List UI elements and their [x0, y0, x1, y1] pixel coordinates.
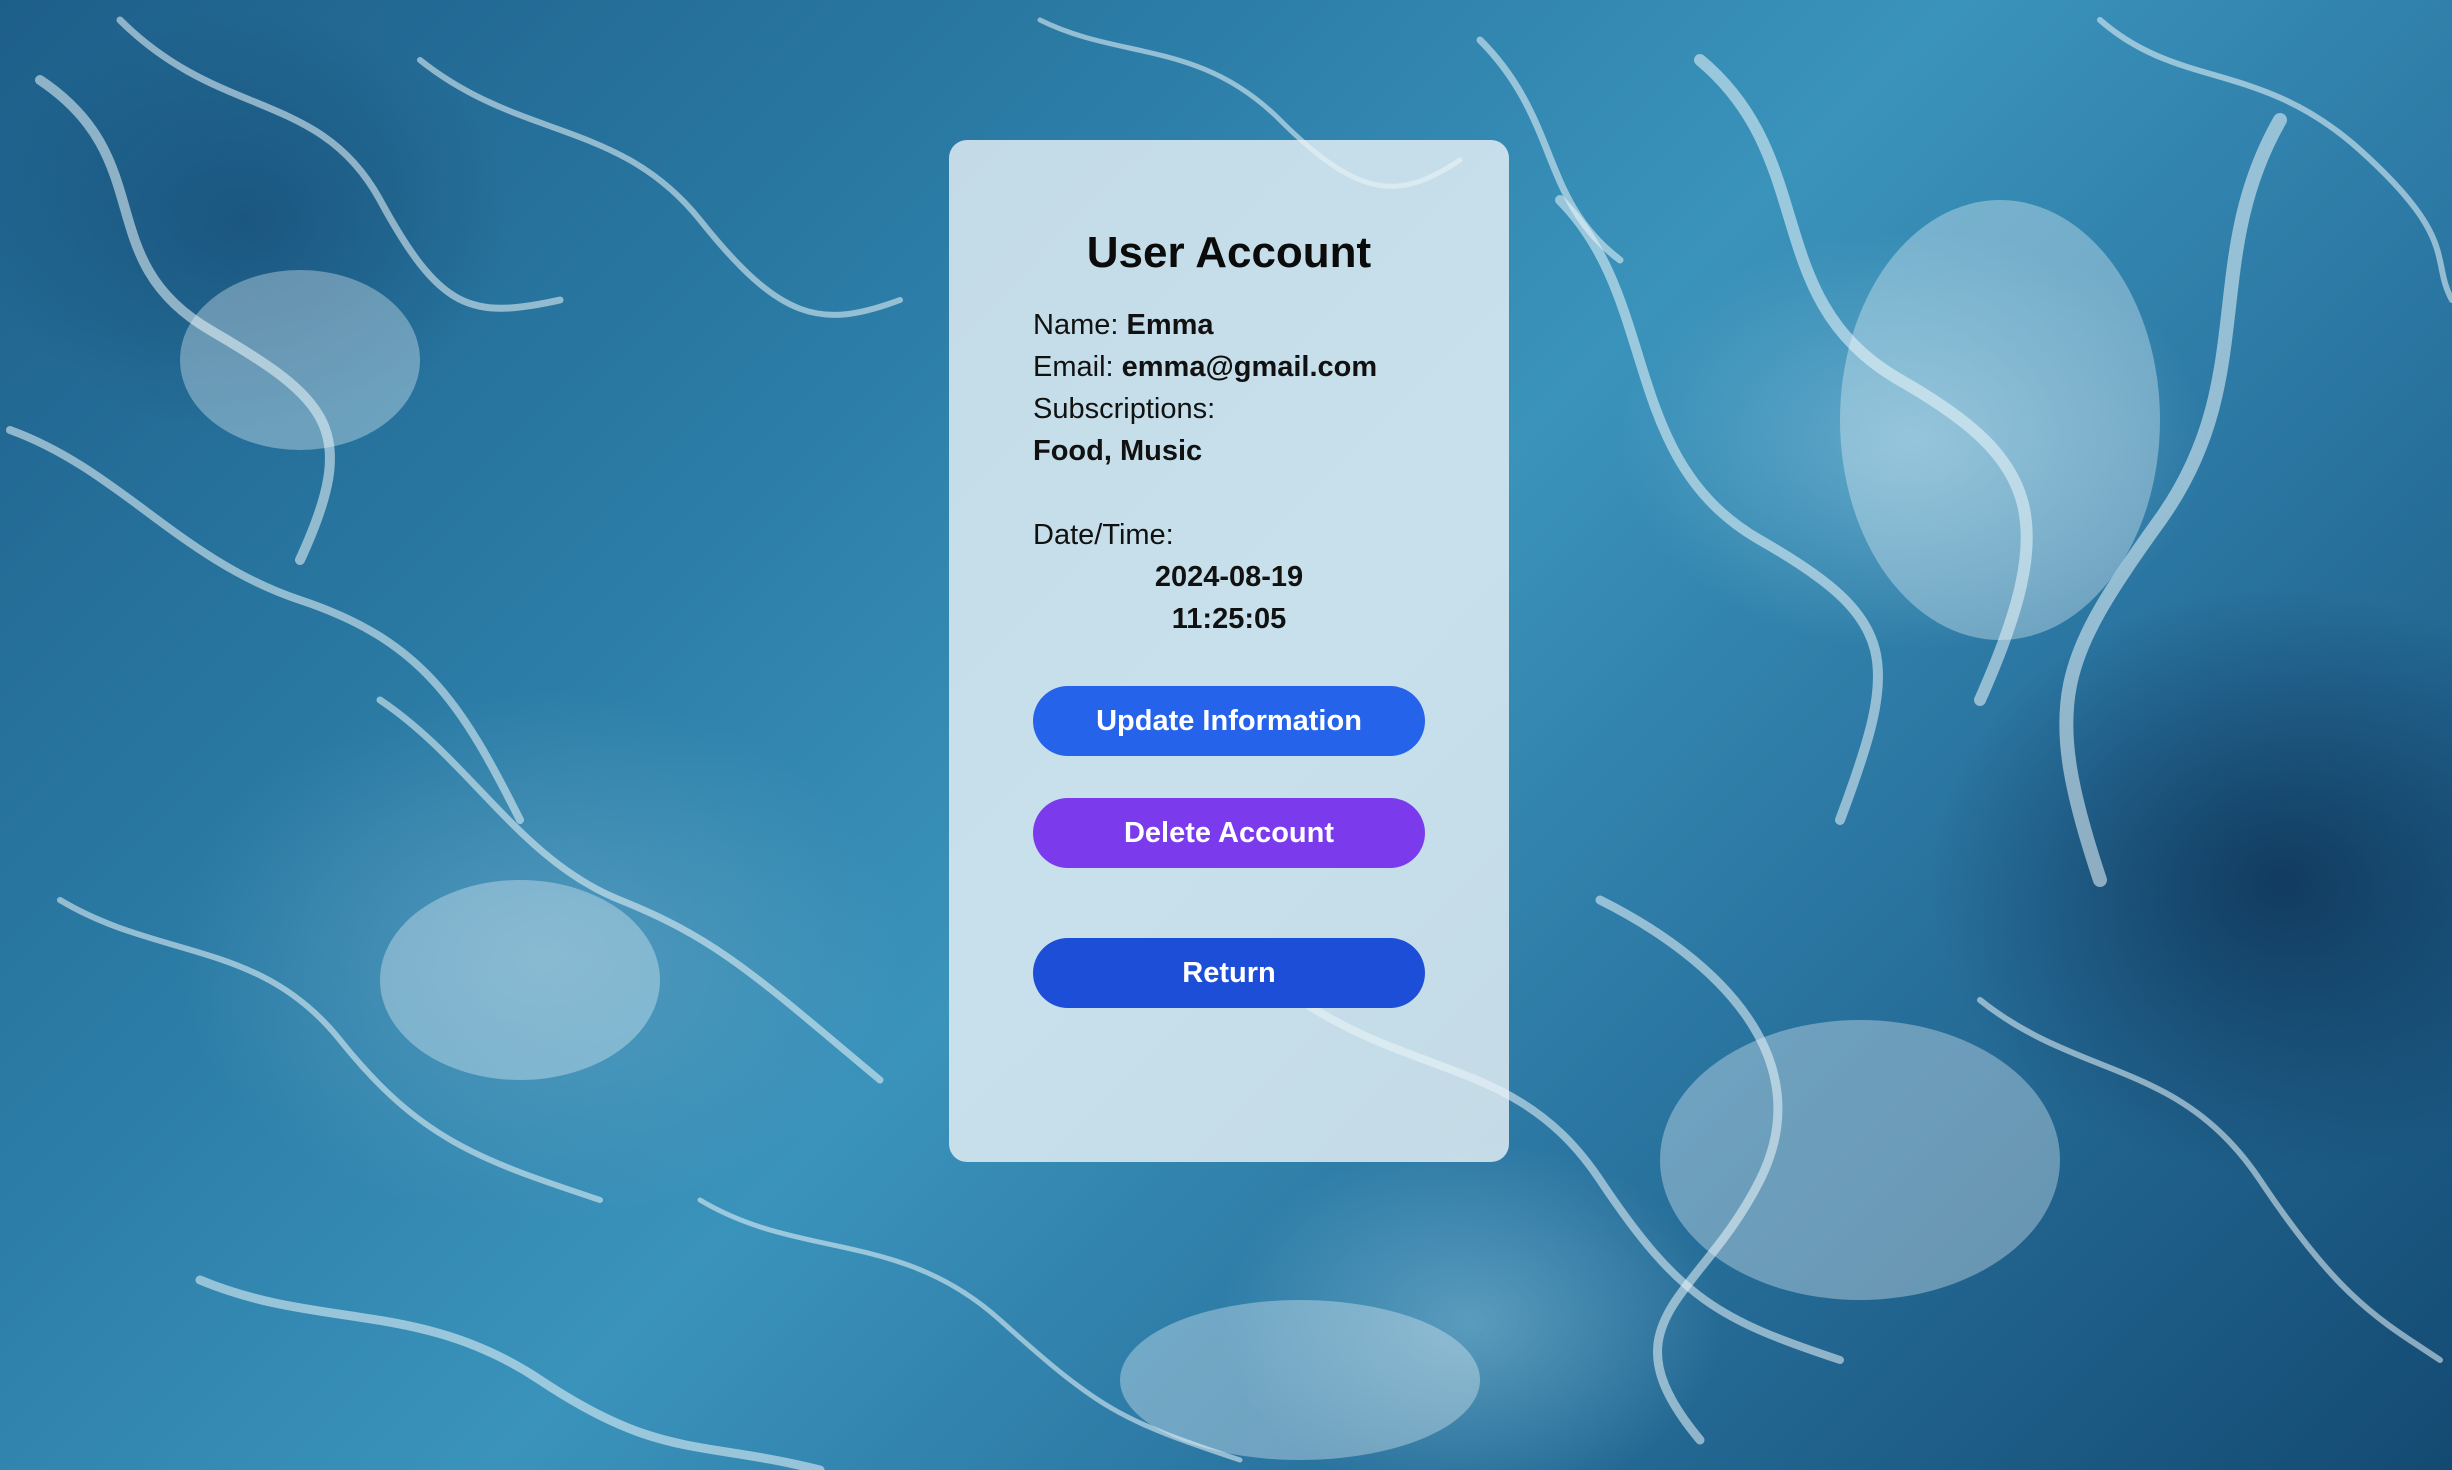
email-row: Email: emma@gmail.com [1033, 346, 1425, 388]
name-row: Name: Emma [1033, 304, 1425, 346]
date-value: 2024-08-19 [1154, 561, 1304, 593]
datetime-label: Date/Time: [1033, 519, 1174, 551]
delete-account-button[interactable]: Delete Account [1033, 798, 1425, 868]
account-info: Name: Emma Email: emma@gmail.com Subscri… [1033, 304, 1425, 556]
update-information-button[interactable]: Update Information [1033, 686, 1425, 756]
subscriptions-label: Subscriptions: [1033, 393, 1216, 425]
return-button[interactable]: Return [1033, 938, 1425, 1008]
page-title: User Account [1086, 228, 1372, 277]
email-value: emma@gmail.com [1121, 351, 1378, 383]
datetime-value: 2024-08-19 11:25:05 [1033, 556, 1425, 640]
name-value: Emma [1126, 309, 1214, 341]
time-value: 11:25:05 [1171, 603, 1287, 635]
subscriptions-value: Food, Music [1033, 435, 1203, 467]
user-account-card: User Account Name: Emma Email: emma@gmai… [949, 140, 1509, 1162]
name-label: Name: [1033, 309, 1127, 341]
email-label: Email: [1033, 351, 1122, 383]
